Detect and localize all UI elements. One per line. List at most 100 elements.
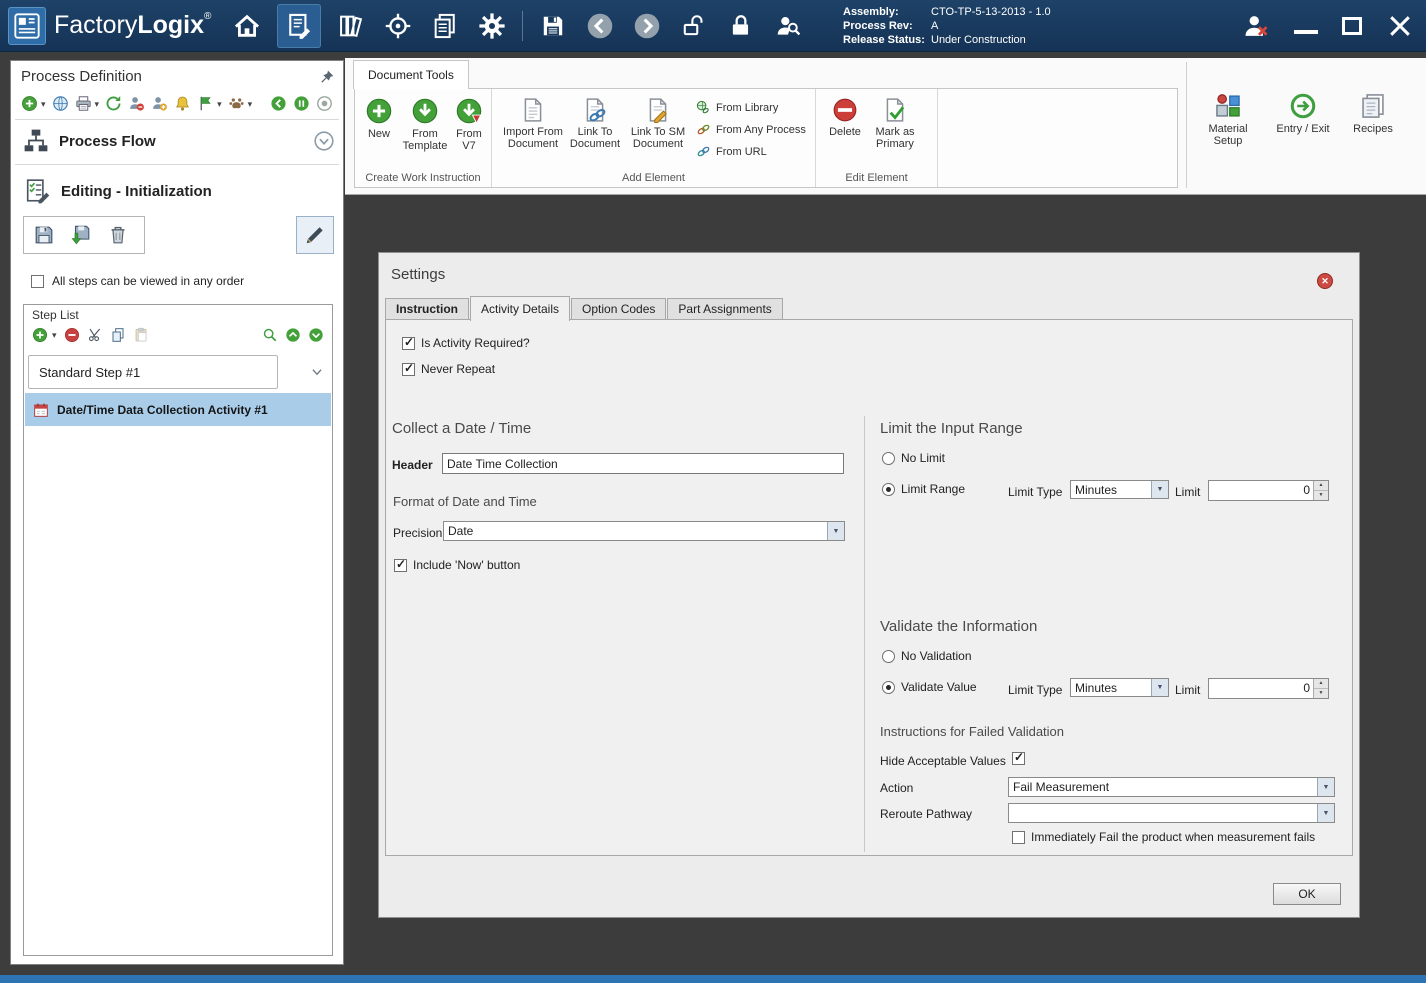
step-selector[interactable]: Standard Step #1 [28,355,278,389]
undo-circle-icon[interactable] [270,95,287,112]
add-icon[interactable] [21,95,38,112]
import-from-document-button[interactable]: Import From Document [500,97,566,150]
from-template-button[interactable]: From Template [401,97,449,152]
reports-button[interactable] [428,4,462,48]
process-flow-item[interactable]: Process Flow [11,123,343,159]
format-heading: Format of Date and Time [393,494,537,509]
entry-exit-button[interactable]: Entry / Exit [1267,92,1339,135]
flag-icon[interactable] [197,95,214,112]
import-instruction-button[interactable] [65,220,97,250]
editing-item: Editing - Initialization [11,173,343,209]
paw-icon[interactable] [228,95,245,112]
print-caret-icon[interactable]: ▾ [95,99,100,109]
ok-button[interactable]: OK [1273,883,1341,905]
tab-option-codes[interactable]: Option Codes [571,298,667,320]
from-library-button[interactable]: From Library [696,99,806,116]
never-repeat-checkbox[interactable]: ✓ Never Repeat [402,361,495,376]
move-up-icon[interactable] [285,327,301,343]
process-definition-panel: Process Definition ▾ ▾ ▾ ▾ Process Flow [10,60,344,965]
link-to-document-button[interactable]: Link To Document [566,97,624,150]
from-url-button[interactable]: From URL [696,143,806,160]
from-v7-button[interactable]: From V7 [449,97,489,152]
flowchart-icon [23,128,49,154]
process-definition-button[interactable] [277,4,321,48]
spinner-down-icon: ▼ [1314,689,1328,698]
tab-activity-details[interactable]: Activity Details [470,296,571,321]
close-button[interactable] [1386,12,1414,40]
precision-dropdown[interactable]: Date ▼ [443,521,845,541]
settings-dialog: Settings ✕ Instruction Activity Details … [378,252,1360,918]
minimize-button[interactable] [1294,18,1318,34]
limit-range-radio[interactable]: Limit Range [882,482,965,496]
edit-instruction-button[interactable] [296,216,334,254]
logout-user-button[interactable] [1242,12,1270,40]
include-now-checkbox[interactable]: ✓ Include 'Now' button [394,557,520,572]
validate-limit-spinner[interactable]: 0 ▲ ▼ [1208,678,1329,699]
collapse-chevron-icon[interactable] [313,130,335,152]
sync-icon[interactable] [105,95,122,112]
user-add-icon[interactable] [151,95,168,112]
link-to-sm-document-button[interactable]: Link To SM Document [624,97,692,150]
add-step-icon[interactable] [32,327,48,343]
limit-spinner[interactable]: 0 ▲ ▼ [1208,480,1329,501]
library-button[interactable] [334,4,368,48]
immediately-fail-checkbox[interactable]: Immediately Fail the product when measur… [1012,830,1315,844]
workspace: Settings ✕ Instruction Activity Details … [345,195,1426,975]
no-validation-radio[interactable]: No Validation [882,649,972,663]
production-button[interactable] [381,4,415,48]
books-icon [337,12,365,40]
close-dialog-button[interactable]: ✕ [1317,273,1333,289]
user-remove-icon[interactable] [128,95,145,112]
add-step-caret-icon[interactable]: ▾ [52,330,57,340]
add-caret-icon[interactable]: ▾ [41,99,46,109]
delete-instruction-button[interactable] [102,220,134,250]
save-button[interactable] [536,4,570,48]
unlock-button[interactable] [677,4,711,48]
pause-circle-icon[interactable] [293,95,310,112]
home-button[interactable] [230,4,264,48]
tab-part-assignments[interactable]: Part Assignments [667,298,783,320]
copy-icon[interactable] [110,327,126,343]
tab-document-tools[interactable]: Document Tools [353,60,469,89]
cut-icon[interactable] [87,327,103,343]
lock-button[interactable] [724,4,758,48]
find-user-button[interactable] [771,4,805,48]
from-any-process-button[interactable]: From Any Process [696,121,806,138]
is-activity-required-checkbox[interactable]: ✓ Is Activity Required? [402,335,530,350]
no-limit-radio[interactable]: No Limit [882,451,945,465]
hide-acceptable-checkbox[interactable]: ✓ [1012,750,1025,765]
delete-element-button[interactable]: Delete [822,97,868,150]
action-dropdown[interactable]: Fail Measurement ▼ [1008,777,1335,797]
mark-as-primary-button[interactable]: Mark as Primary [868,97,922,150]
flag-caret-icon[interactable]: ▾ [217,99,222,109]
recipes-button[interactable]: Recipes [1345,92,1401,135]
print-icon[interactable] [75,95,92,112]
paw-caret-icon[interactable]: ▾ [248,99,253,109]
validate-limit-type-dropdown[interactable]: Minutes ▼ [1070,678,1169,697]
step-expand-icon[interactable] [310,365,324,379]
remove-step-icon[interactable] [64,327,80,343]
back-button[interactable] [583,4,617,48]
find-step-icon[interactable] [262,327,278,343]
limit-type-dropdown[interactable]: Minutes ▼ [1070,480,1169,499]
material-setup-button[interactable]: Material Setup [1195,92,1261,147]
view-order-checkbox[interactable]: All steps can be viewed in any order [31,274,244,288]
group-create-work-instruction: New From Template From V7 Create Work In… [355,89,492,187]
activity-item[interactable]: Date/Time Data Collection Activity #1 [25,393,331,426]
settings-button[interactable] [475,4,509,48]
validate-value-radio[interactable]: Validate Value [882,680,977,694]
globe-icon[interactable] [52,95,69,112]
maximize-button[interactable] [1342,17,1362,35]
tab-instruction[interactable]: Instruction [385,298,469,320]
record-circle-icon[interactable] [316,95,333,112]
reroute-pathway-dropdown[interactable]: ▼ [1008,803,1335,823]
pin-icon[interactable] [319,69,335,85]
paste-icon[interactable] [133,327,149,343]
move-down-icon[interactable] [308,327,324,343]
release-status-value: Under Construction [931,34,1026,46]
header-input[interactable] [442,453,844,474]
new-button[interactable]: New [357,97,401,152]
bell-icon[interactable] [174,95,191,112]
save-instruction-button[interactable] [28,220,60,250]
forward-button[interactable] [630,4,664,48]
